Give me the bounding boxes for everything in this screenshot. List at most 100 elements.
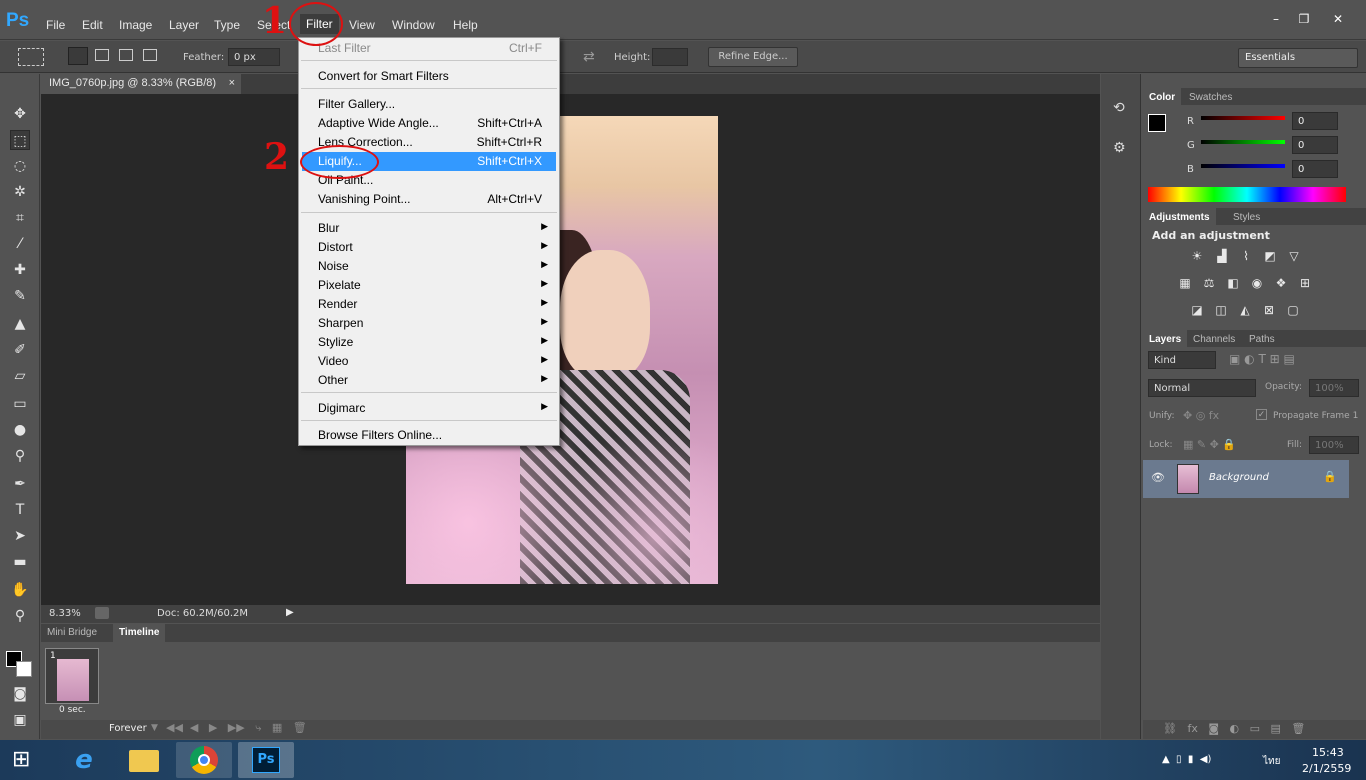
menu-layer[interactable]: Layer bbox=[169, 18, 199, 32]
menu-edit[interactable]: Edit bbox=[82, 18, 103, 32]
menu-view[interactable]: View bbox=[349, 18, 375, 32]
document-tab[interactable]: IMG_0760p.jpg @ 8.33% (RGB/8) × bbox=[41, 74, 241, 94]
restore-button[interactable]: ❐ bbox=[1290, 12, 1318, 30]
rectangle-shape-icon[interactable]: ▬ bbox=[10, 552, 30, 572]
unify-icons[interactable]: ✥ ◎ fx bbox=[1183, 409, 1219, 422]
close-button[interactable]: ✕ bbox=[1318, 12, 1358, 30]
menu-item-video[interactable]: Video ▶ bbox=[302, 352, 556, 371]
eraser-icon[interactable]: ▱ bbox=[10, 366, 30, 386]
feather-input[interactable]: 0 px bbox=[228, 48, 280, 66]
move-tool-icon[interactable]: ✥ bbox=[10, 104, 30, 124]
selective-color-icon[interactable]: ▢ bbox=[1285, 303, 1301, 317]
clock-time[interactable]: 15:43 bbox=[1312, 746, 1344, 759]
loop-select[interactable]: Forever bbox=[109, 723, 147, 734]
curves-icon[interactable]: ⌇ bbox=[1238, 249, 1254, 263]
file-explorer-icon[interactable] bbox=[115, 742, 171, 778]
tab-channels[interactable]: Channels bbox=[1187, 330, 1241, 349]
lock-icons[interactable]: ▦ ✎ ✥ 🔒 bbox=[1183, 438, 1236, 451]
path-selection-icon[interactable]: ➤ bbox=[10, 526, 30, 546]
background-color-swatch[interactable] bbox=[16, 661, 32, 677]
healing-brush-icon[interactable]: ✚ bbox=[10, 260, 30, 280]
menu-help[interactable]: Help bbox=[453, 18, 478, 32]
photoshop-taskbar-icon[interactable]: Ps bbox=[238, 742, 294, 778]
tab-timeline[interactable]: Timeline bbox=[113, 624, 166, 642]
playback-controls-icon[interactable]: ◀◀ ◀ ▶ ▶▶ ⤷ ▦ 🗑 bbox=[145, 721, 307, 735]
gradient-map-icon[interactable]: ⊠ bbox=[1261, 303, 1277, 317]
status-icon[interactable] bbox=[95, 607, 109, 619]
tab-swatches[interactable]: Swatches bbox=[1183, 88, 1238, 107]
tray-icons[interactable]: ▲ ▯ ▮ ◀) bbox=[1162, 754, 1211, 765]
channel-b-slider[interactable] bbox=[1201, 164, 1285, 168]
channel-mixer-icon[interactable]: ❖ bbox=[1273, 276, 1289, 290]
chrome-icon[interactable] bbox=[176, 742, 232, 778]
tab-adjustments[interactable]: Adjustments bbox=[1143, 208, 1216, 227]
dodge-icon[interactable]: ⚲ bbox=[10, 446, 30, 466]
brightness-icon[interactable]: ☀ bbox=[1189, 249, 1205, 263]
screen-mode-icon[interactable]: ▣ bbox=[10, 710, 30, 730]
channel-r-value[interactable]: 0 bbox=[1292, 112, 1338, 130]
frame-delay[interactable]: 0 sec. bbox=[59, 705, 86, 715]
menu-item-digimarc[interactable]: Digimarc ▶ bbox=[302, 399, 556, 418]
timeline-frame[interactable]: 1 bbox=[45, 648, 99, 704]
menu-item-pixelate[interactable]: Pixelate ▶ bbox=[302, 276, 556, 295]
black-white-icon[interactable]: ◧ bbox=[1225, 276, 1241, 290]
invert-icon[interactable]: ◪ bbox=[1189, 303, 1205, 317]
blend-mode-select[interactable]: Normal bbox=[1148, 379, 1256, 397]
new-selection-icon[interactable] bbox=[68, 47, 88, 65]
menu-window[interactable]: Window bbox=[392, 18, 435, 32]
channel-g-slider[interactable] bbox=[1201, 140, 1285, 144]
opacity-input[interactable]: 100% bbox=[1309, 379, 1359, 397]
menu-item-vanishing-point[interactable]: Vanishing Point... Alt+Ctrl+V bbox=[302, 190, 556, 209]
channel-r-slider[interactable] bbox=[1201, 116, 1285, 120]
properties-icon[interactable]: ⚙ bbox=[1113, 140, 1126, 156]
magic-wand-icon[interactable]: ✲ bbox=[10, 182, 30, 202]
tab-layers[interactable]: Layers bbox=[1143, 330, 1188, 349]
channel-g-value[interactable]: 0 bbox=[1292, 136, 1338, 154]
vibrance-icon[interactable]: ▽ bbox=[1286, 249, 1302, 263]
menu-item-filter-gallery[interactable]: Filter Gallery... bbox=[302, 95, 556, 114]
history-icon[interactable]: ⟲ bbox=[1113, 100, 1125, 116]
menu-item-convert-smart-filters[interactable]: Convert for Smart Filters bbox=[302, 67, 556, 86]
menu-item-blur[interactable]: Blur ▶ bbox=[302, 219, 556, 238]
menu-file[interactable]: File bbox=[46, 18, 65, 32]
gradient-icon[interactable]: ▭ bbox=[10, 394, 30, 414]
intersect-selection-icon[interactable] bbox=[143, 49, 157, 61]
refine-edge-button[interactable]: Refine Edge... bbox=[708, 47, 798, 67]
close-tab-icon[interactable]: × bbox=[229, 77, 235, 89]
rectangular-marquee-icon[interactable]: ⬚ bbox=[10, 130, 30, 150]
visibility-eye-icon[interactable]: 👁 bbox=[1151, 471, 1165, 484]
blur-icon[interactable]: ● bbox=[10, 420, 30, 440]
color-balance-icon[interactable]: ⚖ bbox=[1201, 276, 1217, 290]
internet-explorer-icon[interactable]: e bbox=[56, 742, 112, 778]
hue-saturation-icon[interactable]: ▦ bbox=[1177, 276, 1193, 290]
workspace-select[interactable]: Essentials bbox=[1238, 48, 1358, 68]
menu-item-distort[interactable]: Distort ▶ bbox=[302, 238, 556, 257]
quick-mask-icon[interactable]: ◙ bbox=[10, 684, 30, 704]
history-brush-icon[interactable]: ✐ bbox=[10, 340, 30, 360]
hand-icon[interactable]: ✋ bbox=[10, 580, 30, 600]
language-indicator[interactable]: ไทย bbox=[1263, 754, 1280, 769]
menu-item-noise[interactable]: Noise ▶ bbox=[302, 257, 556, 276]
menu-item-stylize[interactable]: Stylize ▶ bbox=[302, 333, 556, 352]
status-arrow-icon[interactable]: ▶ bbox=[286, 607, 294, 618]
levels-icon[interactable]: ▟ bbox=[1214, 249, 1230, 263]
zoom-icon[interactable]: ⚲ bbox=[10, 606, 30, 626]
tab-paths[interactable]: Paths bbox=[1243, 330, 1281, 349]
tab-mini-bridge[interactable]: Mini Bridge bbox=[41, 624, 103, 642]
color-lookup-icon[interactable]: ⊞ bbox=[1297, 276, 1313, 290]
brush-icon[interactable]: ✎ bbox=[10, 286, 30, 306]
clone-stamp-icon[interactable]: ▲ bbox=[10, 314, 30, 334]
tab-styles[interactable]: Styles bbox=[1227, 208, 1266, 227]
windows-start-icon[interactable]: ⊞ bbox=[12, 748, 38, 772]
minimize-button[interactable]: – bbox=[1262, 12, 1290, 30]
menu-item-adaptive-wide-angle[interactable]: Adaptive Wide Angle... Shift+Ctrl+A bbox=[302, 114, 556, 133]
threshold-icon[interactable]: ◭ bbox=[1237, 303, 1253, 317]
layer-actions-icons[interactable]: ⛓ fx ◙ ◐ ▭ ▤ 🗑 bbox=[1163, 722, 1305, 735]
menu-type[interactable]: Type bbox=[214, 18, 240, 32]
layer-name[interactable]: Background bbox=[1209, 472, 1269, 483]
menu-item-render[interactable]: Render ▶ bbox=[302, 295, 556, 314]
height-input[interactable] bbox=[652, 48, 688, 66]
layer-row-background[interactable]: 👁 Background 🔒 bbox=[1143, 460, 1349, 498]
menu-item-sharpen[interactable]: Sharpen ▶ bbox=[302, 314, 556, 333]
exposure-icon[interactable]: ◩ bbox=[1262, 249, 1278, 263]
